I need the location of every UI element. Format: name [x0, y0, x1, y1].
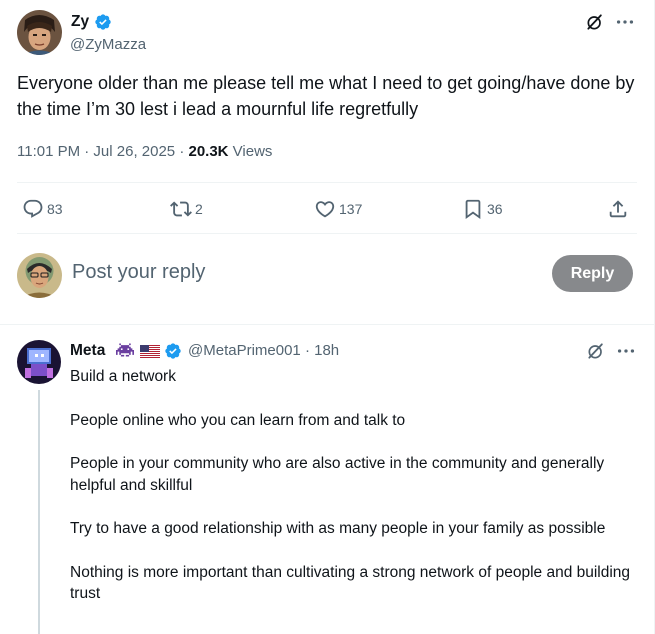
us-flag-icon	[140, 345, 160, 358]
tweet-text: Everyone older than me please tell me wh…	[17, 73, 635, 119]
more-icon[interactable]	[614, 12, 636, 32]
thread-line	[38, 390, 40, 634]
reply-paragraph: People online who you can learn from and…	[70, 411, 406, 429]
tweet-meta: 11:01 PM · Jul 26, 2025 · 20.3K Views	[17, 143, 272, 160]
author-handle[interactable]: @ZyMazza	[70, 36, 146, 53]
current-user-avatar[interactable]	[17, 253, 62, 298]
share-icon	[609, 200, 627, 218]
reply-icon	[23, 199, 43, 218]
reply-input[interactable]: Post your reply	[72, 261, 205, 284]
divider	[17, 182, 637, 183]
bookmark-icon	[465, 199, 481, 220]
reply-button[interactable]: Reply	[552, 255, 633, 292]
reply-paragraph: Try to have a good relationship with as …	[70, 520, 606, 537]
views-label: Views	[228, 143, 273, 160]
reply-paragraph: Build a network	[70, 368, 176, 385]
space-invader-icon	[116, 343, 134, 357]
repost-icon	[170, 201, 192, 217]
author-name[interactable]: Zy	[71, 13, 89, 31]
reply-action[interactable]: 83	[22, 197, 63, 221]
like-action[interactable]: 137	[314, 197, 362, 221]
bookmark-count: 36	[487, 201, 503, 217]
reply-paragraph: Nothing is more important than cultivati…	[70, 563, 631, 603]
share-action[interactable]	[607, 197, 629, 221]
bookmark-action[interactable]: 36	[462, 197, 503, 221]
grok-icon[interactable]	[585, 12, 605, 32]
reply-author-avatar[interactable]	[17, 340, 61, 384]
views-count: 20.3K	[188, 143, 229, 160]
tweet-timestamp[interactable]: 11:01 PM · Jul 26, 2025 ·	[17, 143, 188, 160]
reply-author-handle[interactable]: @MetaPrime001 · 18h	[188, 342, 339, 359]
grok-icon[interactable]	[586, 341, 606, 361]
repost-count: 2	[195, 201, 203, 217]
divider	[17, 233, 637, 234]
section-divider	[0, 324, 654, 325]
like-icon	[315, 201, 335, 218]
reply-paragraph: People in your community who are also ac…	[70, 455, 605, 494]
verified-badge-icon[interactable]	[94, 13, 112, 31]
reply-author-name[interactable]: Meta	[70, 342, 105, 360]
reply-count: 83	[47, 201, 63, 217]
reply-text: Build a network People online who you ca…	[70, 366, 640, 627]
author-avatar[interactable]	[17, 10, 62, 55]
repost-action[interactable]: 2	[170, 197, 203, 221]
more-icon[interactable]	[615, 341, 637, 361]
verified-badge-icon[interactable]	[164, 342, 182, 360]
like-count: 137	[339, 201, 363, 217]
